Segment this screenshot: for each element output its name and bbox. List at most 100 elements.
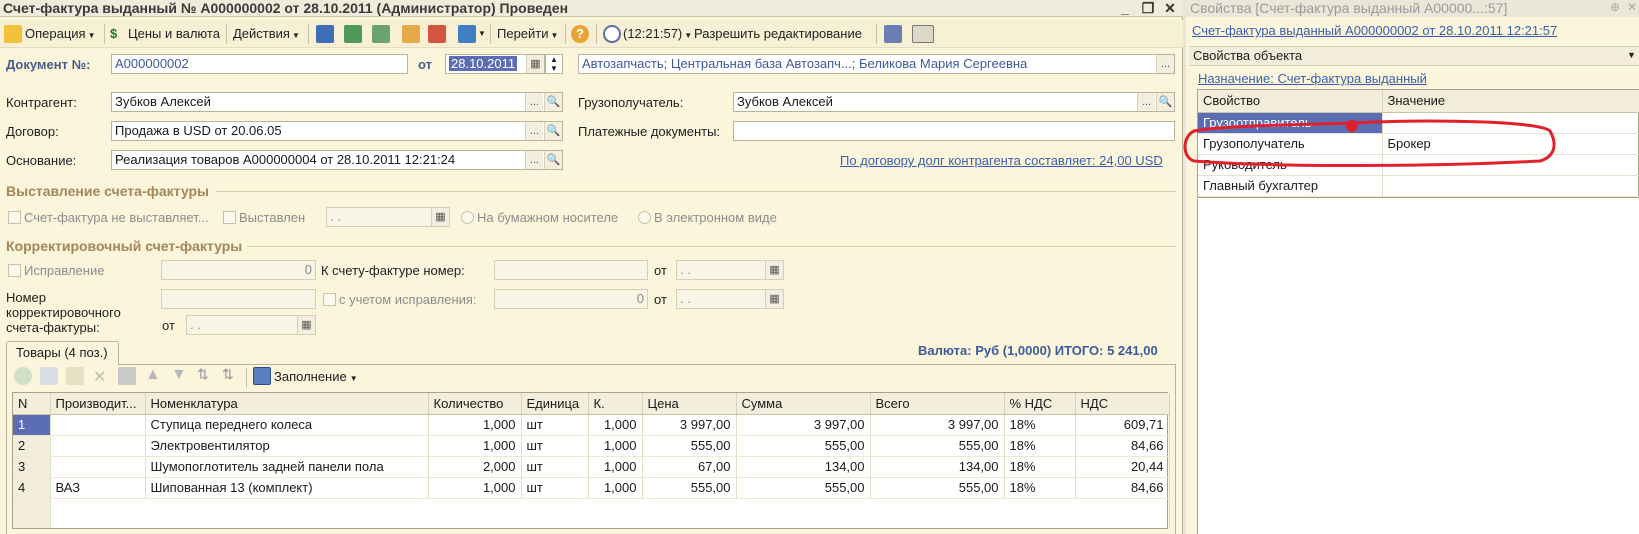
organization-field[interactable]: Автозапчасть; Центральная база Автозапч.…: [578, 54, 1175, 74]
quantity-cell[interactable]: 1,000: [428, 477, 522, 499]
allow-edit-button[interactable]: Разрешить редактирование: [694, 24, 862, 44]
calendar-icon[interactable]: ▦: [431, 208, 449, 226]
search-icon[interactable]: 🔍: [544, 151, 562, 169]
coef-cell[interactable]: 1,000: [588, 435, 643, 457]
minimize-button[interactable]: _: [1115, 0, 1135, 17]
column-header[interactable]: НДС: [1075, 393, 1170, 415]
vat-rate-cell[interactable]: 18%: [1004, 456, 1076, 478]
payment-docs-field[interactable]: [733, 121, 1175, 141]
electronic-radio[interactable]: [638, 211, 651, 224]
column-header[interactable]: Значение: [1382, 90, 1639, 113]
vat-rate-cell[interactable]: 18%: [1004, 414, 1076, 436]
edit-icon[interactable]: [66, 367, 84, 385]
sum-cell[interactable]: 555,00: [736, 477, 871, 499]
goto-menu[interactable]: Перейти ▼: [497, 24, 558, 44]
time-menu[interactable]: (12:21:57) ▼: [623, 24, 692, 44]
with-fix-checkbox[interactable]: [323, 293, 336, 306]
sum-cell[interactable]: 3 997,00: [736, 414, 871, 436]
date2-field[interactable]: . . ▦: [676, 289, 784, 309]
unit-cell[interactable]: шт: [521, 414, 589, 436]
property-cell[interactable]: Главный бухгалтер: [1198, 175, 1383, 197]
select-button[interactable]: ...: [525, 93, 543, 111]
column-header[interactable]: Единица: [521, 393, 589, 415]
vat-cell[interactable]: 84,66: [1075, 477, 1170, 499]
actions-menu[interactable]: Действия ▼: [233, 24, 300, 44]
debt-link[interactable]: По договору долг контрагента составляет:…: [840, 153, 1163, 168]
date-spinner[interactable]: ▲ ▼: [545, 54, 563, 74]
add-icon[interactable]: [14, 367, 32, 385]
vat-rate-cell[interactable]: 18%: [1004, 477, 1076, 499]
vat-rate-cell[interactable]: 18%: [1004, 435, 1076, 457]
total-cell[interactable]: 555,00: [870, 435, 1005, 457]
close-icon[interactable]: ✕: [1627, 0, 1637, 14]
select-button[interactable]: ...: [525, 122, 543, 140]
save-icon[interactable]: [118, 367, 136, 385]
select-button[interactable]: ...: [1137, 93, 1155, 111]
sum-cell[interactable]: 555,00: [736, 435, 871, 457]
select-button[interactable]: ...: [525, 151, 543, 169]
calendar-icon[interactable]: ▦: [765, 290, 783, 308]
coef-cell[interactable]: 1,000: [588, 414, 643, 436]
object-props-header[interactable]: Свойства объекта ▼: [1189, 46, 1639, 66]
price-cell[interactable]: 555,00: [642, 477, 737, 499]
unit-cell[interactable]: шт: [521, 456, 589, 478]
value-cell[interactable]: [1382, 175, 1639, 197]
refresh-icon[interactable]: [344, 25, 362, 43]
doc-number-field[interactable]: А000000002: [111, 54, 408, 74]
fix-number-field[interactable]: 0: [161, 260, 316, 280]
fill-menu[interactable]: Заполнение ▼: [274, 369, 358, 384]
copy-row-icon[interactable]: [40, 367, 58, 385]
price-cell[interactable]: 3 997,00: [642, 414, 737, 436]
help-icon[interactable]: ?: [571, 25, 589, 43]
column-header[interactable]: Свойство: [1198, 90, 1383, 113]
sum-cell[interactable]: 134,00: [736, 456, 871, 478]
total-cell[interactable]: 134,00: [870, 456, 1005, 478]
tree-icon[interactable]: [884, 25, 902, 43]
basis-field[interactable]: Реализация товаров А000000004 от 28.10.2…: [111, 150, 563, 170]
vat-cell[interactable]: 609,71: [1075, 414, 1170, 436]
unit-cell[interactable]: шт: [521, 435, 589, 457]
structure-icon[interactable]: [402, 25, 420, 43]
search-icon[interactable]: 🔍: [544, 93, 562, 111]
close-button[interactable]: ✕: [1160, 0, 1180, 17]
nomenclature-cell[interactable]: Электровентилятор: [145, 435, 429, 457]
column-header[interactable]: Номенклатура: [145, 393, 429, 415]
price-cell[interactable]: 67,00: [642, 456, 737, 478]
print-icon[interactable]: [458, 25, 476, 43]
table-row[interactable]: Главный бухгалтер: [1198, 175, 1639, 197]
purpose-link[interactable]: Назначение: Счет-фактура выданный: [1198, 71, 1427, 86]
prices-button[interactable]: Цены и валюта: [128, 24, 220, 44]
quantity-cell[interactable]: 1,000: [428, 414, 522, 436]
table-row[interactable]: 3 Шумопоглотитель задней панели пола 2,0…: [13, 456, 1170, 478]
corr-number-field[interactable]: [161, 289, 316, 309]
manufacturer-cell[interactable]: ВАЗ: [50, 477, 146, 499]
vat-cell[interactable]: 20,44: [1075, 456, 1170, 478]
move-up-icon[interactable]: ▲: [145, 366, 161, 384]
total-cell[interactable]: 3 997,00: [870, 414, 1005, 436]
date1-field[interactable]: . . ▦: [676, 260, 784, 280]
paper-radio[interactable]: [461, 211, 474, 224]
date3-field[interactable]: . . ▦: [186, 315, 316, 335]
not-issued-checkbox[interactable]: [8, 211, 21, 224]
calendar-icon[interactable]: ▦: [526, 55, 544, 73]
quantity-cell[interactable]: 1,000: [428, 435, 522, 457]
calendar-icon[interactable]: ▦: [297, 316, 315, 334]
delete-icon[interactable]: ✕: [93, 367, 106, 387]
nomenclature-cell[interactable]: Ступица переднего колеса: [145, 414, 429, 436]
nomenclature-cell[interactable]: Шумопоглотитель задней панели пола: [145, 456, 429, 478]
consignee-field[interactable]: Зубков Алексей ... 🔍: [733, 92, 1175, 112]
select-button[interactable]: ...: [1156, 55, 1174, 73]
tab-goods[interactable]: Товары (4 поз.): [6, 341, 119, 365]
date-field[interactable]: 28.10.2011 ▦: [445, 54, 545, 74]
operation-menu[interactable]: Операция ▼: [25, 24, 96, 44]
issued-date-field[interactable]: . . ▦: [326, 207, 450, 227]
quantity-cell[interactable]: 2,000: [428, 456, 522, 478]
fix-checkbox[interactable]: [8, 264, 21, 277]
column-header[interactable]: Сумма: [736, 393, 871, 415]
manufacturer-cell[interactable]: [50, 414, 146, 436]
post-document-icon[interactable]: [316, 25, 334, 43]
object-link[interactable]: Счет-фактура выданный А000000002 от 28.1…: [1192, 23, 1557, 38]
coef-cell[interactable]: 1,000: [588, 456, 643, 478]
coef-cell[interactable]: 1,000: [588, 477, 643, 499]
move-down-icon[interactable]: ▼: [171, 366, 187, 384]
